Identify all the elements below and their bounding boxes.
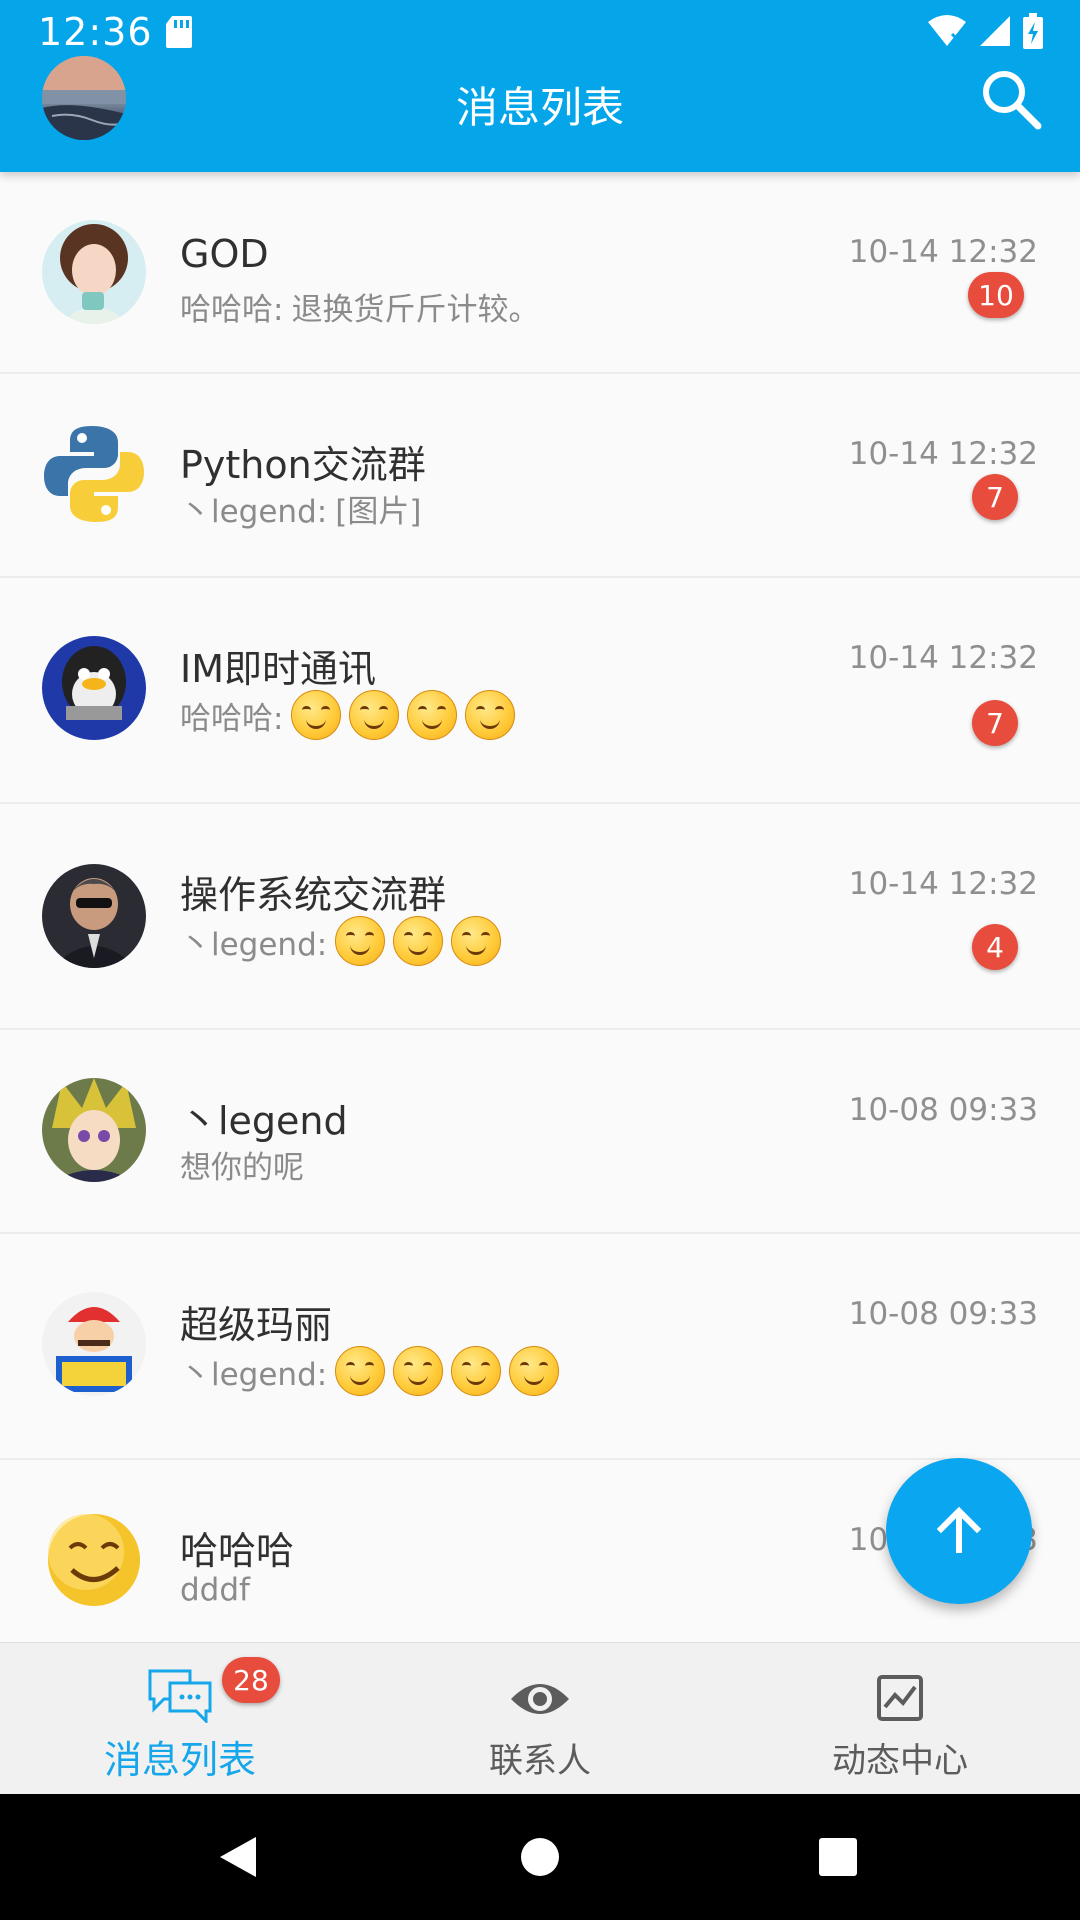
message-sender: 哈哈哈: <box>180 292 284 328</box>
tab-unread-badge: 28 <box>222 1657 280 1703</box>
conversation-message: 想你的呢 <box>180 1142 304 1187</box>
sd-card-icon <box>166 16 192 48</box>
unread-badge: 4 <box>972 924 1018 970</box>
conversation-message: 哈哈哈: 退换货斤斤计较。 <box>180 284 539 329</box>
system-navigation-bar <box>0 1794 1080 1920</box>
grin-emoji-icon <box>349 690 400 740</box>
avatar <box>42 636 146 740</box>
conversation-title: Python交流群 <box>180 443 426 487</box>
conversation-time: 10-14 12:32 <box>848 640 1038 676</box>
page-title: 消息列表 <box>455 83 624 132</box>
conversation-row[interactable]: 丶legend 想你的呢 10-08 09:33 <box>0 1030 1080 1234</box>
tab-messages[interactable]: 28 消息列表 <box>0 1643 360 1795</box>
message-text: dddf <box>180 1572 250 1608</box>
arrow-up-icon <box>936 1506 982 1553</box>
tab-label: 动态中心 <box>832 1741 968 1781</box>
back-button[interactable] <box>198 1794 278 1920</box>
conversation-time: 10-08 09:33 <box>848 1296 1038 1332</box>
unread-badge: 10 <box>968 272 1024 318</box>
message-sender: 丶legend: <box>180 926 328 963</box>
battery-icon <box>1023 13 1043 49</box>
conversation-title: 超级玛丽 <box>180 1303 333 1347</box>
conversation-time: 10-14 12:32 <box>848 436 1038 472</box>
message-sender: 丶legend: <box>180 1356 328 1393</box>
conversation-message: 丶legend: <box>180 1346 560 1396</box>
message-text: 退换货斤斤计较。 <box>291 292 540 328</box>
tab-label: 消息列表 <box>103 1738 256 1782</box>
message-text: 想你的呢 <box>180 1150 304 1186</box>
grin-emoji-icon <box>291 690 342 740</box>
conversation-row[interactable]: GOD 哈哈哈: 退换货斤斤计较。 10-14 12:32 10 <box>0 172 1080 374</box>
signal-icon <box>980 16 1010 46</box>
message-sender: 哈哈哈: <box>180 700 284 737</box>
screen: 12:36 消息列表 GOD 哈哈哈: 退换货斤斤计较。 10-14 12:32… <box>0 0 1080 1920</box>
vomit-emoji-icon <box>451 1346 502 1396</box>
eye-icon <box>511 1684 569 1714</box>
search-icon[interactable] <box>978 66 1044 132</box>
recents-icon <box>819 1838 857 1876</box>
status-icons <box>926 12 1044 50</box>
conversation-time: 10-14 12:32 <box>848 866 1038 902</box>
tab-contacts[interactable]: 联系人 <box>360 1643 720 1795</box>
back-icon <box>220 1837 256 1877</box>
home-icon <box>521 1838 559 1876</box>
app-bar: 12:36 消息列表 <box>0 0 1080 172</box>
conversation-list: GOD 哈哈哈: 退换货斤斤计较。 10-14 12:32 10 Python交… <box>0 172 1080 1650</box>
status-time: 12:36 <box>38 10 153 54</box>
conversation-message: 丶legend: <box>180 916 502 966</box>
frown-emoji-icon <box>509 1346 560 1396</box>
conversation-time: 10-14 12:32 <box>848 234 1038 270</box>
message-sender: 丶legend: <box>180 494 328 530</box>
smiley-avatar-icon <box>42 1506 146 1610</box>
wifi-icon <box>928 15 966 46</box>
unread-badge: 7 <box>972 474 1018 520</box>
conversation-title: 哈哈哈 <box>180 1529 295 1573</box>
sad-emoji-icon <box>335 1346 386 1396</box>
conversation-title: GOD <box>180 232 269 276</box>
conversation-title: IM即时通讯 <box>180 647 376 691</box>
message-text: [图片] <box>335 494 422 530</box>
conversation-title: 丶legend <box>180 1099 348 1143</box>
home-button[interactable] <box>500 1794 580 1920</box>
crying-emoji-icon <box>335 916 386 966</box>
conversation-row[interactable]: 操作系统交流群 丶legend: 10-14 12:32 4 <box>0 804 1080 1030</box>
bottom-navigation: 28 消息列表 联系人 动态中心 <box>0 1642 1080 1795</box>
crying-emoji-icon <box>393 916 444 966</box>
conversation-row[interactable]: IM即时通讯 哈哈哈: 10-14 12:32 7 <box>0 578 1080 804</box>
scroll-to-top-button[interactable] <box>886 1458 1032 1604</box>
avatar <box>42 864 146 968</box>
vomit-emoji-icon <box>393 1346 444 1396</box>
recents-button[interactable] <box>798 1794 878 1920</box>
crying-emoji-icon <box>451 916 502 966</box>
chat-icon <box>148 1669 212 1723</box>
conversation-time: 10-08 09:33 <box>848 1092 1038 1128</box>
grin-emoji-icon <box>407 690 458 740</box>
conversation-row[interactable]: Python交流群 丶legend: [图片] 10-14 12:32 7 <box>0 374 1080 578</box>
avatar <box>42 1292 146 1396</box>
chart-icon <box>877 1675 923 1721</box>
avatar <box>42 1078 146 1182</box>
tab-label: 联系人 <box>489 1741 591 1781</box>
pleading-emoji-icon <box>465 690 516 740</box>
tab-activity[interactable]: 动态中心 <box>720 1643 1080 1795</box>
unread-badge: 7 <box>972 700 1018 746</box>
python-logo-icon <box>42 422 146 526</box>
conversation-message: 丶legend: [图片] <box>180 486 421 531</box>
avatar <box>42 220 146 324</box>
conversation-message: 哈哈哈: <box>180 690 516 740</box>
conversation-row[interactable]: 超级玛丽 丶legend: 10-08 09:33 <box>0 1234 1080 1460</box>
conversation-title: 操作系统交流群 <box>180 873 447 917</box>
conversation-message: dddf <box>180 1572 250 1608</box>
